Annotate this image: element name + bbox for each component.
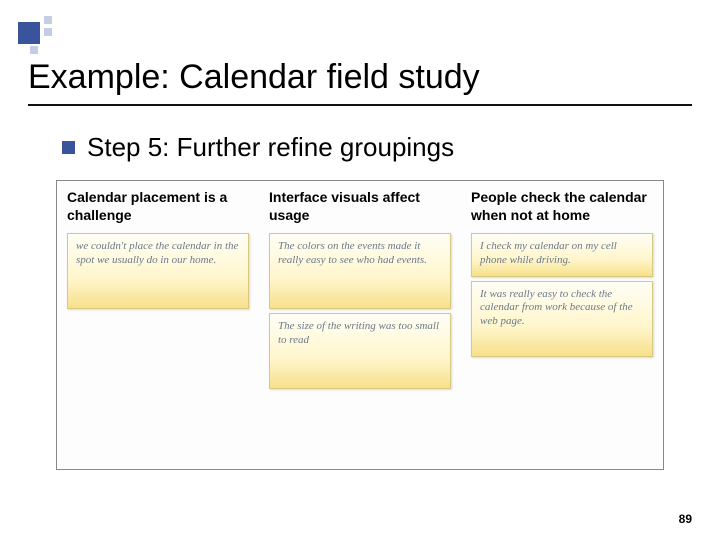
group-heading: People check the calendar when not at ho… <box>471 189 653 227</box>
group-heading: Calendar placement is a challenge <box>67 189 249 227</box>
group-column: Calendar placement is a challenge we cou… <box>67 189 249 459</box>
corner-decoration <box>18 10 66 58</box>
notes-stack: I check my calendar on my cell phone whi… <box>471 233 653 357</box>
sticky-note: I check my calendar on my cell phone whi… <box>471 233 653 277</box>
notes-stack: The colors on the events made it really … <box>269 233 451 389</box>
step-text: Step 5: Further refine groupings <box>87 132 454 163</box>
sticky-note: It was really easy to check the calendar… <box>471 281 653 357</box>
step-row: Step 5: Further refine groupings <box>62 132 454 163</box>
group-heading: Interface visuals affect usage <box>269 189 451 227</box>
groupings-board: Calendar placement is a challenge we cou… <box>56 180 664 470</box>
page-number: 89 <box>679 512 692 526</box>
sticky-note: The size of the writing was too small to… <box>269 313 451 389</box>
group-column: Interface visuals affect usage The color… <box>269 189 451 459</box>
title-underline <box>28 104 692 106</box>
group-column: People check the calendar when not at ho… <box>471 189 653 459</box>
sticky-note: we couldn't place the calendar in the sp… <box>67 233 249 309</box>
notes-stack: we couldn't place the calendar in the sp… <box>67 233 249 309</box>
bullet-icon <box>62 141 75 154</box>
slide-title: Example: Calendar field study <box>28 58 480 97</box>
sticky-note: The colors on the events made it really … <box>269 233 451 309</box>
